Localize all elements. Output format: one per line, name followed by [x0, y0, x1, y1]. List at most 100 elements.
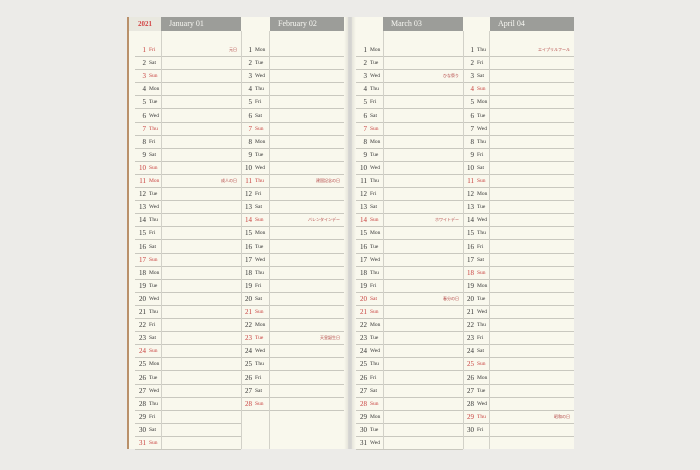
day-number: 20 [245, 294, 252, 303]
weekday-label: Sat [255, 204, 263, 211]
weekday-label: Thu [370, 269, 379, 276]
weekday-label: Sun [370, 217, 379, 224]
weekday-label: Mon [370, 230, 381, 237]
weekday-label: Sun [255, 125, 264, 132]
day-number: 3 [248, 72, 253, 81]
weekday-label: Wed [477, 217, 487, 224]
day-number: 26 [245, 373, 252, 382]
day-number: 13 [245, 203, 252, 212]
month-column-february: 1 Mon 2 Tue 3 Wed 4 Thu 5 Fri 6 Sat 7 Sun 8 Mon 9 Tue 10 We… [241, 17, 344, 449]
weekday-label: Tue [255, 60, 264, 67]
weekday-label: Mon [477, 99, 488, 106]
day-row: 24 Sun [135, 345, 241, 359]
weekday-label: Fri [255, 374, 262, 381]
day-number: 21 [139, 308, 146, 316]
day-number: 28 [245, 399, 252, 408]
weekday-label: Thu [255, 269, 264, 276]
day-row: 12 Mon [463, 188, 574, 202]
day-row: 30 Tue [356, 424, 463, 437]
day-row: 4 Thu [241, 83, 344, 97]
day-row: 5 Fri [356, 96, 463, 110]
weekday-label: Sat [149, 335, 157, 342]
month-column-march: 1 Mon 2 Tue 3 Wed ひな祭り 4 Thu 5 Fri 6 Sat 7 Sun 8 Mon 9 Tue… [356, 17, 463, 451]
day-row: 30 Fri [463, 424, 574, 437]
day-row: 8 Mon [241, 136, 344, 149]
weekday-label: Fri [477, 60, 484, 67]
weekday-label: Thu [149, 400, 158, 407]
day-row: 26 Mon [463, 372, 574, 385]
day-number: 13 [139, 203, 146, 212]
weekday-label: Fri [370, 99, 377, 106]
day-row: 24 Wed [241, 345, 344, 359]
weekday-label: Tue [477, 204, 486, 211]
day-number: 16 [245, 242, 252, 251]
day-number: 4 [363, 85, 368, 94]
weekday-label: Sun [255, 309, 264, 315]
day-row: 22 Mon [356, 319, 463, 333]
weekday-label: Tue [149, 99, 158, 106]
day-number: 19 [139, 281, 146, 290]
weekday-label: Thu [477, 413, 486, 420]
weekday-label: Thu [149, 125, 158, 132]
holiday-note: 元日 [229, 47, 237, 52]
day-number: 6 [248, 111, 253, 120]
weekday-label: Sun [477, 86, 486, 93]
day-row: 5 Mon [463, 96, 574, 110]
weekday-label: Mon [370, 413, 381, 420]
day-number: 1 [363, 46, 368, 54]
day-row: 19 Fri [241, 280, 344, 293]
day-number: 10 [245, 163, 252, 172]
day-number: 15 [467, 229, 474, 238]
weekday-label: Sat [370, 112, 378, 119]
weekday-label: Wed [370, 256, 380, 263]
weekday-label: Sun [477, 269, 486, 276]
day-row: 13 Wed [135, 201, 241, 215]
day-row: 10 Wed [241, 162, 344, 175]
weekday-label: Fri [255, 99, 262, 106]
day-number: 22 [360, 321, 367, 330]
day-row: 28 Sun [356, 398, 463, 411]
weekday-label: Tue [149, 191, 158, 198]
day-number: 24 [245, 347, 252, 356]
day-row: 1 Fri 元日 [135, 44, 241, 58]
day-number: 19 [360, 281, 367, 290]
month-column-january: 1 Fri 元日 2 Sat 3 Sun 4 Mon 5 Tue 6 Wed 7 Thu 8 Fri 9 Sat 10… [135, 17, 241, 451]
day-number: 24 [139, 347, 146, 356]
weekday-label: Fri [477, 426, 484, 433]
day-number: 9 [142, 150, 147, 159]
weekday-label: Tue [255, 335, 264, 342]
day-row: 1 Mon [241, 44, 344, 58]
day-row: 20 Tue [463, 293, 574, 306]
weekday-label: Fri [149, 322, 156, 329]
weekday-label: Thu [149, 217, 158, 224]
weekday-label: Tue [255, 243, 264, 250]
day-row: 12 Tue [135, 188, 241, 202]
day-row: 19 Mon [463, 280, 574, 293]
day-number: 6 [363, 111, 368, 120]
weekday-label: Tue [370, 426, 379, 433]
day-number: 23 [467, 334, 474, 343]
weekday-label: Sun [477, 361, 486, 368]
day-number: 1 [470, 46, 475, 54]
day-row: 14 Sun バレンタインデー [241, 214, 344, 228]
day-row: 1 Mon [356, 44, 463, 58]
day-number: 30 [139, 425, 146, 434]
weekday-label: Wed [370, 440, 380, 446]
weekday-label: Mon [477, 191, 488, 198]
weekday-label: Thu [370, 86, 379, 93]
day-number: 19 [245, 281, 252, 290]
day-number: 14 [467, 216, 474, 225]
day-number: 11 [245, 177, 252, 185]
day-row: 12 Fri [356, 188, 463, 202]
day-row: 19 Fri [356, 280, 463, 293]
day-number: 16 [360, 242, 367, 251]
day-row: 31 Sun [135, 437, 241, 451]
weekday-label: Wed [255, 256, 265, 263]
weekday-label: Wed [477, 125, 487, 132]
day-row: 7 Sun [356, 123, 463, 136]
weekday-label: Sat [370, 387, 378, 394]
day-number: 3 [470, 72, 475, 81]
day-row: 10 Wed [356, 162, 463, 175]
weekday-label: Thu [370, 178, 379, 184]
day-number: 16 [139, 242, 146, 251]
